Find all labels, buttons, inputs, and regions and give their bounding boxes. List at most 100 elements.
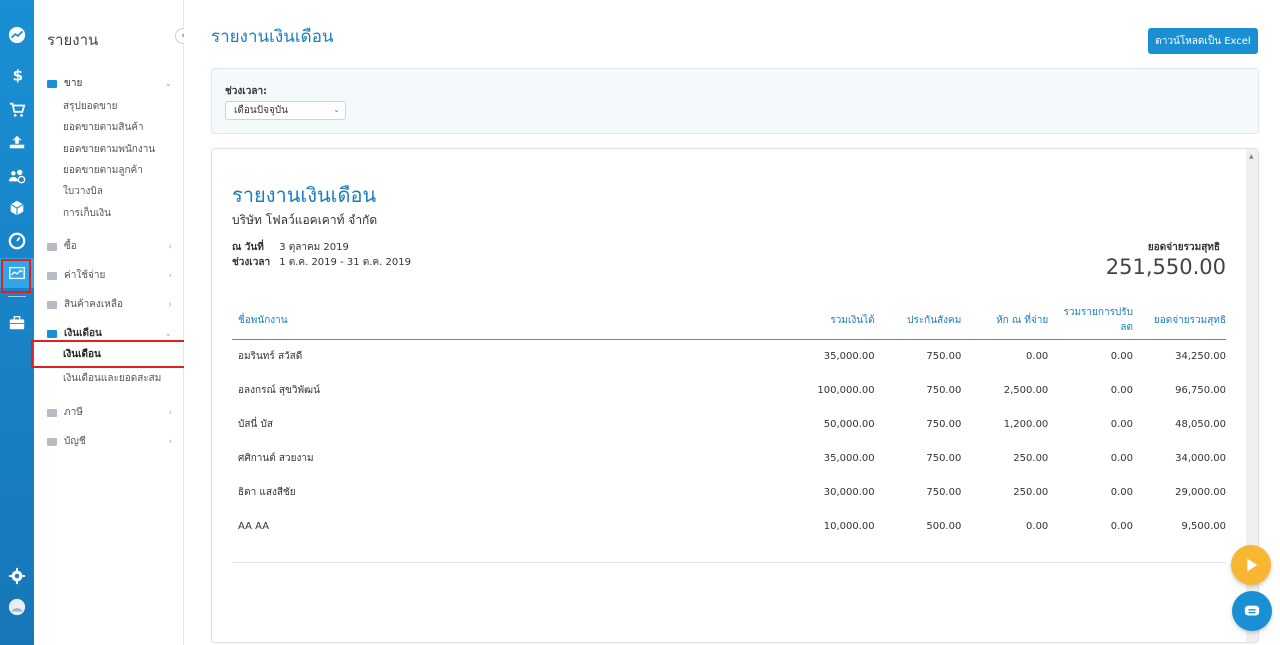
scroll-up-icon[interactable]: ▲ xyxy=(1249,153,1254,160)
menu-title: รายงาน xyxy=(47,31,99,49)
cell-total-deductions: 0.00 xyxy=(1110,385,1133,396)
menu-group-label: เงินเดือน xyxy=(64,328,102,339)
filter-panel: ช่วงเวลา: เดือนปัจจุบัน ⌄ xyxy=(211,68,1259,134)
table-row: ศศิกานต์ สวยงาม 35,000.00 750.00 250.00 … xyxy=(232,442,1226,476)
folder-icon xyxy=(47,300,57,309)
table-row: อมรินทร์ สวัสดี 35,000.00 750.00 0.00 0.… xyxy=(232,340,1226,374)
cell-social-security: 750.00 xyxy=(926,419,962,430)
table-bottom-divider xyxy=(232,562,1226,563)
cell-social-security: 750.00 xyxy=(926,351,962,363)
menu-item-sales-summary[interactable]: สรุปยอดขาย xyxy=(63,99,118,114)
cell-social-security: 750.00 xyxy=(926,453,962,464)
gauge-icon[interactable] xyxy=(0,226,34,256)
period-select[interactable]: เดือนปัจจุบัน ⌄ xyxy=(225,101,346,120)
cell-total-income: 10,000.00 xyxy=(823,521,875,532)
cell-social-security: 500.00 xyxy=(926,521,962,532)
menu-group-inventory[interactable]: สินค้าคงเหลือ › xyxy=(47,297,172,312)
chevron-right-icon: › xyxy=(168,436,172,447)
report-preview[interactable]: ▲ รายงานเงินเดือน บริษัท โฟลว์แอคเคาท์ จ… xyxy=(211,148,1259,643)
cell-total-income: 100,000.00 xyxy=(817,385,875,396)
cell-total-deductions: 0.00 xyxy=(1110,351,1133,363)
report-chart-icon[interactable] xyxy=(0,258,34,293)
svg-text:$: $ xyxy=(13,66,24,84)
menu-group-accounting[interactable]: บัญชี › xyxy=(47,434,172,449)
cell-total-deductions: 0.00 xyxy=(1110,487,1133,498)
cell-net-pay: 96,750.00 xyxy=(1175,385,1226,396)
cell-withholding-tax: 250.00 xyxy=(1013,487,1049,498)
cell-employee-name: ศศิกานต์ สวยงาม xyxy=(238,453,314,464)
chat-icon xyxy=(1244,605,1260,616)
menu-group-label: ภาษี xyxy=(64,407,83,418)
menu-group-label: ซื้อ xyxy=(64,241,77,252)
chevron-right-icon: › xyxy=(168,270,172,281)
cell-social-security: 750.00 xyxy=(926,385,962,396)
company-name: บริษัท โฟลว์แอคเคาท์ จำกัด xyxy=(232,213,378,227)
menu-group-label: ค่าใช้จ่าย xyxy=(64,270,106,281)
cell-employee-name: ธิดา แสงสีชัย xyxy=(238,487,296,498)
chat-support-button[interactable] xyxy=(1232,591,1272,631)
menu-item-collection[interactable]: การเก็บเงิน xyxy=(63,206,111,221)
menu-group-expense[interactable]: ค่าใช้จ่าย › xyxy=(47,268,172,283)
menu-item-billing-note[interactable]: ใบวางบิล xyxy=(63,184,103,199)
menu-item-sales-by-employee[interactable]: ยอดขายตามพนักงาน xyxy=(63,142,155,157)
people-icon[interactable] xyxy=(0,161,34,191)
inbox-tray-icon[interactable] xyxy=(0,127,34,157)
chevron-down-icon: ⌄ xyxy=(164,78,172,89)
cell-net-pay: 34,250.00 xyxy=(1175,351,1226,363)
menu-item-payroll[interactable]: เงินเดือน xyxy=(31,340,186,368)
analytics-icon[interactable] xyxy=(0,20,34,50)
menu-group-tax[interactable]: ภาษี › xyxy=(47,405,172,420)
report-period-row: ช่วงเวลา 1 ต.ค. 2019 - 31 ต.ค. 2019 xyxy=(232,255,411,270)
table-row: อลงกรณ์ สุขวิพัฒน์ 100,000.00 750.00 2,5… xyxy=(232,374,1226,408)
avatar-icon[interactable] xyxy=(0,592,34,622)
cell-employee-name: อลงกรณ์ สุขวิพัฒน์ xyxy=(238,385,320,396)
cell-total-deductions: 0.00 xyxy=(1110,453,1133,464)
menu-group-purchase[interactable]: ซื้อ › xyxy=(47,239,172,254)
cell-withholding-tax: 1,200.00 xyxy=(1003,419,1049,430)
folder-icon xyxy=(47,271,57,280)
menu-item-sales-by-product[interactable]: ยอดขายตามสินค้า xyxy=(63,120,144,135)
chevron-right-icon: › xyxy=(168,241,172,252)
cell-social-security: 750.00 xyxy=(926,487,962,498)
chevron-down-icon: ⌄ xyxy=(164,328,172,339)
cell-total-income: 50,000.00 xyxy=(823,419,875,430)
col-employee-name: ชื่อพนักงาน xyxy=(232,301,792,340)
table-header-row: ชื่อพนักงาน รวมเงินได้ ประกันสังคม หัก ณ… xyxy=(232,301,1226,340)
menu-group-sales[interactable]: ขาย ⌄ xyxy=(47,76,172,91)
table-row: ธิดา แสงสีชัย 30,000.00 750.00 250.00 0.… xyxy=(232,476,1226,510)
chevron-right-icon: › xyxy=(168,407,172,418)
menu-item-sales-by-customer[interactable]: ยอดขายตามลูกค้า xyxy=(63,163,143,178)
cell-net-pay: 34,000.00 xyxy=(1175,453,1226,464)
dollar-icon[interactable]: $ xyxy=(0,60,34,90)
menu-group-payroll[interactable]: เงินเดือน ⌄ xyxy=(47,326,172,341)
briefcase-icon[interactable] xyxy=(0,308,34,338)
gear-icon[interactable] xyxy=(0,561,34,591)
main-content: รายงานเงินเดือน ดาวน์โหลดเป็น Excel ช่วง… xyxy=(184,0,1280,645)
net-total-label: ยอดจ่ายรวมสุทธิ xyxy=(1147,242,1220,253)
folder-open-icon xyxy=(47,79,57,88)
folder-icon xyxy=(47,437,57,446)
period-select-value: เดือนปัจจุบัน xyxy=(234,105,289,116)
cell-withholding-tax: 250.00 xyxy=(1013,453,1049,464)
menu-group-label: ขาย xyxy=(64,78,83,89)
chevron-down-icon: ⌄ xyxy=(333,105,340,114)
download-excel-button[interactable]: ดาวน์โหลดเป็น Excel xyxy=(1148,28,1258,54)
menu-item-payroll-accumulated[interactable]: เงินเดือนและยอดสะสม xyxy=(63,371,161,386)
col-total-income: รวมเงินได้ xyxy=(791,301,875,340)
tutorial-play-button[interactable] xyxy=(1231,545,1271,585)
col-social-security: ประกันสังคม xyxy=(874,301,962,340)
net-total-value: 251,550.00 xyxy=(1105,255,1226,279)
menu-group-label: สินค้าคงเหลือ xyxy=(64,299,123,310)
box-icon[interactable] xyxy=(0,193,34,223)
report-title: รายงานเงินเดือน xyxy=(232,183,377,207)
play-icon xyxy=(1247,558,1258,572)
report-date-row: ณ วันที่ 3 ตุลาคม 2019 xyxy=(232,240,349,255)
cell-total-income: 35,000.00 xyxy=(823,351,875,363)
cell-employee-name: อมรินทร์ สวัสดี xyxy=(238,351,303,363)
payroll-table: ชื่อพนักงาน รวมเงินได้ ประกันสังคม หัก ณ… xyxy=(232,301,1226,544)
report-menu-panel: รายงาน ‹ ขาย ⌄ สรุปยอดขาย ยอดขายตามสินค้… xyxy=(31,0,191,645)
cart-icon[interactable] xyxy=(0,95,34,125)
icon-rail: $ xyxy=(0,0,34,645)
chevron-right-icon: › xyxy=(168,299,172,310)
period-filter-label: ช่วงเวลา: xyxy=(225,86,268,97)
